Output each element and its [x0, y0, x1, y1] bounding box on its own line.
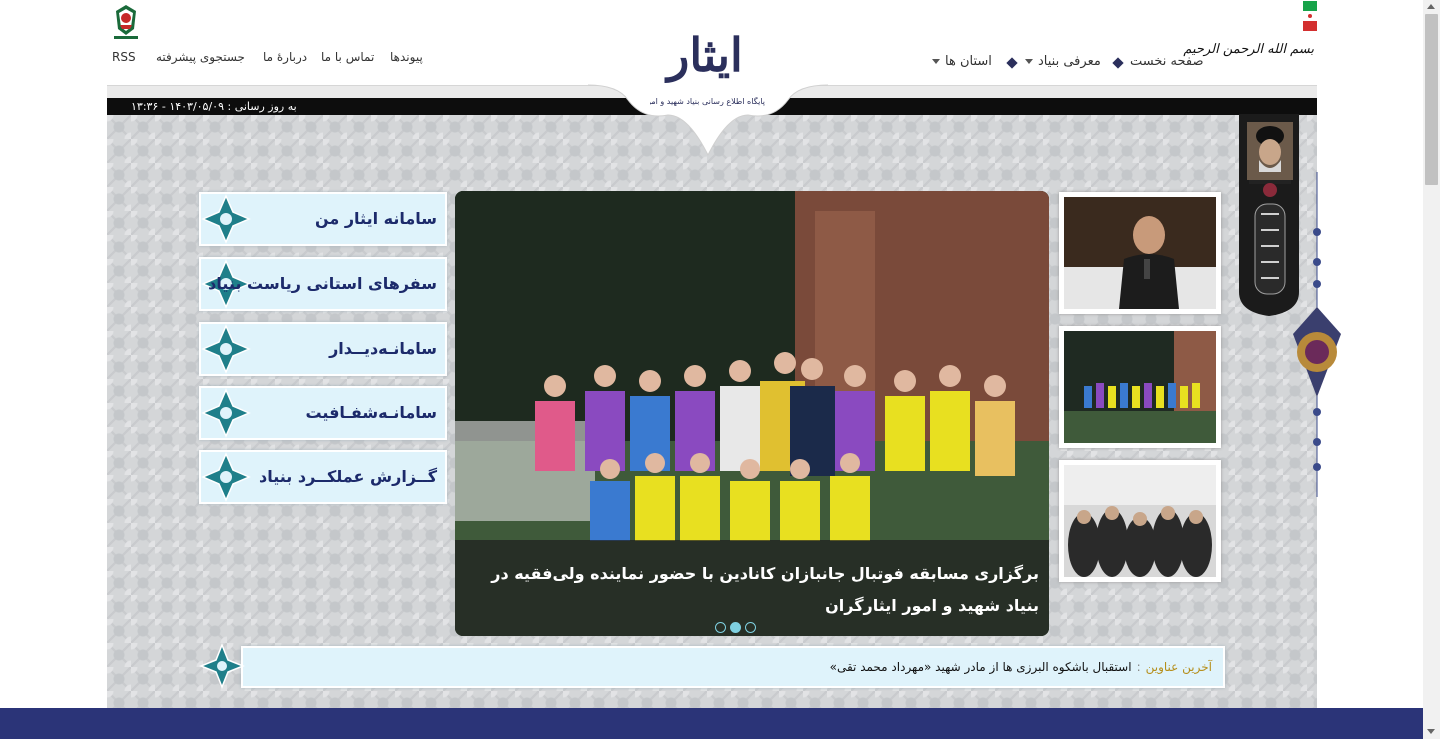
sidebar-item-didar[interactable]: سامانـه‌دیــدار — [199, 322, 447, 376]
ornament-icon — [201, 452, 251, 502]
last-update-text: به روز رسانی : ۱۴۰۳/۰۵/۰۹ - ۱۳:۳۶ — [131, 100, 297, 113]
nav-about-foundation[interactable]: معرفی بنیاد — [1025, 54, 1101, 69]
foundation-emblem-icon[interactable] — [108, 1, 144, 41]
nav-advanced-search[interactable]: جستجوی پیشرفته — [156, 50, 245, 64]
sidebar-item-provincial-trips[interactable]: سفرهای استانی ریاست بنیاد — [199, 257, 447, 311]
sidebar-item-performance-report[interactable]: گــزارش عملکــرد بنیاد — [199, 450, 447, 504]
slider-dot-3[interactable] — [745, 622, 756, 633]
scroll-up-icon[interactable] — [1427, 4, 1435, 9]
slider-dot-2[interactable] — [730, 622, 741, 633]
ornament-icon — [201, 194, 251, 244]
sidebar-item-label: سامانـه‌دیــدار — [329, 339, 437, 358]
nav-provinces[interactable]: استان ها — [932, 54, 992, 69]
sidebar-item-label: سامانـه‌شفـافیت — [305, 403, 437, 422]
thumbnail-2[interactable] — [1059, 326, 1221, 448]
nav-about-foundation-label: معرفی بنیاد — [1038, 54, 1101, 69]
sidebar-item-transparency[interactable]: سامانـه‌شفـافیت — [199, 386, 447, 440]
chevron-down-icon — [1025, 59, 1033, 64]
leader-portrait-banner — [1239, 114, 1341, 497]
nav-rss[interactable]: RSS — [112, 50, 136, 64]
ornament-icon — [199, 643, 245, 689]
iran-flag-icon — [1303, 1, 1317, 31]
nav-contact[interactable]: تماس با ما — [321, 50, 374, 64]
ornament-icon — [201, 388, 251, 438]
thumbnail-image — [1064, 331, 1216, 443]
slider-dot-1[interactable] — [715, 622, 726, 633]
scroll-down-icon[interactable] — [1427, 729, 1435, 734]
site-logo-title[interactable]: ایثار — [640, 28, 770, 82]
site-logo-subtitle: پایگاه اطلاع رسانی بنیاد شهید و امور ایث… — [650, 97, 765, 106]
thumbnail-3[interactable] — [1059, 460, 1221, 582]
chevron-down-icon — [932, 59, 940, 64]
sidebar-item-label: گــزارش عملکــرد بنیاد — [259, 467, 437, 486]
thumbnail-image — [1064, 197, 1216, 309]
ornament-icon — [201, 324, 251, 374]
sidebar-item-my-isaar[interactable]: سامانه ایثار من — [199, 192, 447, 246]
nav-about[interactable]: دربارهٔ ما — [263, 50, 307, 64]
sidebar-item-label: سفرهای استانی ریاست بنیاد — [208, 274, 437, 293]
footer-bar — [0, 708, 1423, 739]
slide-caption-text[interactable]: برگزاری مسابقه فوتبال جانبازان کانادین ب… — [469, 558, 1039, 622]
nav-links[interactable]: پیوندها — [390, 50, 423, 64]
thumbnail-image — [1064, 465, 1216, 577]
ticker-headline[interactable]: استقبال باشکوه البرزی ها از مادر شهید «م… — [830, 660, 1132, 674]
ticker-separator: : — [1136, 660, 1141, 674]
sidebar-item-label: سامانه ایثار من — [314, 209, 437, 228]
basmala-calligraphy: بسم الله الرحمن الرحیم — [1183, 42, 1314, 57]
ticker-label: آخرین عناوین — [1145, 660, 1212, 674]
scrollbar-thumb[interactable] — [1425, 14, 1438, 185]
nav-provinces-label: استان ها — [945, 54, 992, 69]
news-ticker: آخرین عناوین: استقبال باشکوه البرزی ها از… — [241, 646, 1225, 688]
thumbnail-1[interactable] — [1059, 192, 1221, 314]
news-slider[interactable]: برگزاری مسابقه فوتبال جانبازان کانادین ب… — [455, 191, 1049, 636]
